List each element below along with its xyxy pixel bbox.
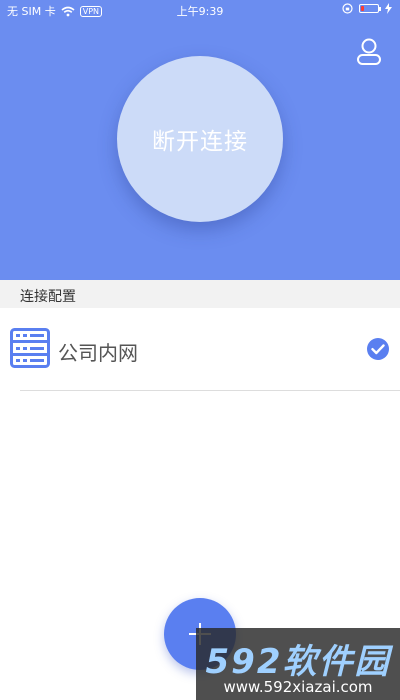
config-list-item[interactable]: 公司内网	[0, 308, 400, 390]
check-circle-icon	[367, 338, 389, 360]
config-name: 公司内网	[58, 341, 138, 365]
list-divider	[20, 390, 400, 391]
watermark: 592软件园 www.592xiazai.com	[196, 628, 400, 700]
server-icon	[10, 328, 50, 368]
watermark-brand: 592软件园	[205, 642, 391, 682]
section-title: 连接配置	[20, 289, 76, 305]
watermark-url: www.592xiazai.com	[223, 678, 373, 696]
status-bar: 无 SIM 卡 VPN 上午9:39	[0, 0, 400, 20]
charging-icon	[385, 3, 392, 14]
battery-nub	[379, 7, 381, 11]
battery-level	[361, 6, 364, 11]
status-time: 上午9:39	[176, 5, 224, 18]
disconnect-button-label: 断开连接	[152, 129, 248, 155]
battery-icon	[359, 4, 381, 13]
profile-button[interactable]	[354, 36, 384, 70]
status-right	[342, 3, 392, 14]
disconnect-button[interactable]: 断开连接	[117, 56, 283, 222]
section-header: 连接配置	[0, 280, 400, 308]
orientation-lock-icon	[342, 3, 353, 14]
user-icon	[357, 38, 381, 65]
header-panel: 无 SIM 卡 VPN 上午9:39 断开连接	[0, 0, 400, 280]
